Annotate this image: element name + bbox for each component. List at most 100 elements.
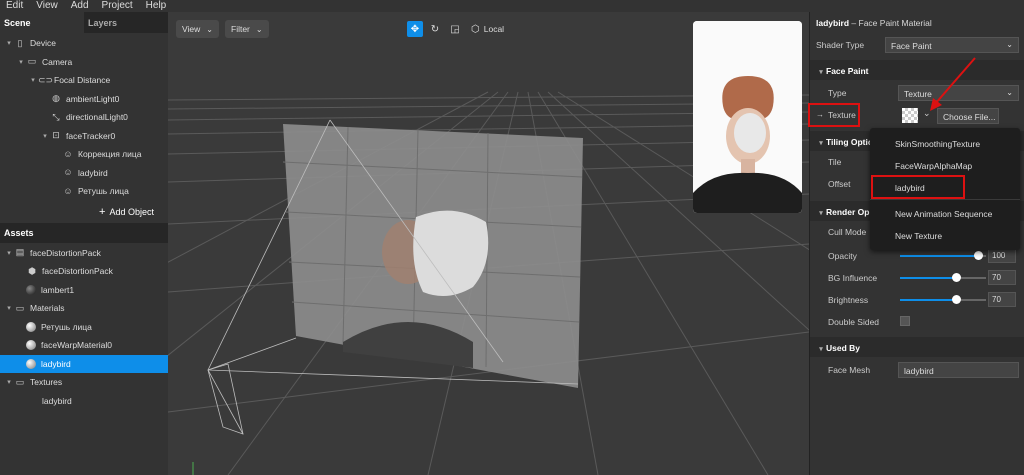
bg-influence-value[interactable]: 70 — [988, 270, 1016, 285]
menu-item-edit[interactable]: Edit — [0, 0, 30, 12]
local-space-toggle[interactable]: ⬡ Local — [471, 20, 504, 38]
menu-item-project[interactable]: Project — [96, 0, 140, 12]
cube-icon: ⬡ — [471, 23, 480, 35]
menu-item-view[interactable]: View — [30, 0, 65, 12]
filter-dropdown[interactable]: Filter ⌄ — [225, 20, 269, 38]
scene-tree-item-label: Device — [30, 38, 56, 49]
face-mesh-icon: ☺ — [63, 167, 73, 178]
triangle-down-icon[interactable]: ▾ — [4, 378, 14, 386]
opacity-value[interactable]: 100 — [988, 248, 1016, 263]
assets-tree-item[interactable]: ▾ ▭ Materials — [0, 299, 168, 318]
scene-tree-item-label: directionalLight0 — [66, 112, 128, 123]
triangle-down-icon[interactable]: ▾ — [40, 132, 50, 140]
add-object-button[interactable]: + Add Object — [0, 201, 168, 223]
menu-item-add[interactable]: Add — [65, 0, 96, 12]
material-name: ladybird — [816, 18, 850, 28]
globe-light-icon: ◍ — [52, 93, 60, 104]
scene-tree-item[interactable]: ▾ ▯ Device — [0, 34, 168, 53]
assets-header: Assets — [0, 222, 168, 243]
chevron-down-icon: ⌄ — [255, 24, 263, 34]
tab-layers[interactable]: Layers — [84, 12, 168, 33]
material-sphere-icon — [26, 340, 36, 351]
scale-icon[interactable]: ◲ — [447, 21, 463, 37]
material-sphere-icon — [26, 358, 36, 369]
menu-item-skin-smoothing[interactable]: SkinSmoothingTexture — [895, 139, 980, 149]
left-panel: Scene Layers ▾ ▯ Device ▾ ▭ Camera ▾ ⊂⊃ Focal Di… — [0, 12, 168, 475]
triangle-down-icon[interactable]: ▾ — [4, 39, 14, 47]
assets-tree-item[interactable]: Ретушь лица — [0, 318, 168, 337]
menu-item-new-animation-sequence[interactable]: New Animation Sequence — [895, 209, 992, 219]
material-sphere-icon — [26, 321, 36, 332]
type-dropdown[interactable]: Texture ⌄ — [898, 85, 1019, 101]
slider-thumb[interactable] — [952, 273, 961, 282]
scene-tree-item[interactable]: ☺ Коррекция лица — [0, 145, 168, 164]
scene-tree-item[interactable]: ◍ ambientLight0 — [0, 90, 168, 109]
cube-icon: ⬢ — [28, 265, 36, 276]
triangle-down-icon[interactable]: ▾ — [28, 76, 38, 84]
bg-influence-label: BG Influence — [828, 273, 878, 283]
filter-label: Filter — [231, 24, 250, 34]
double-sided-row: Double Sided — [810, 311, 1024, 333]
scene-tree-item[interactable]: ☺ Ретушь лица — [0, 182, 168, 201]
scene-viewport[interactable]: View ⌄ Filter ⌄ ✥ ↻ ◲ ⬡ Local — [168, 12, 809, 475]
slider-thumb[interactable] — [974, 251, 983, 260]
panel-tabs: Scene Layers — [0, 12, 168, 33]
view-dropdown[interactable]: View ⌄ — [176, 20, 219, 38]
assets-tree-item-label: lambert1 — [41, 284, 75, 295]
bg-influence-row: BG Influence 70 — [810, 267, 1024, 289]
triangle-down-icon[interactable]: ▾ — [4, 304, 14, 312]
menu-item-face-warp-alpha[interactable]: FaceWarpAlphaMap — [895, 161, 972, 171]
assets-tree-item[interactable]: ▾ ▤ faceDistortionPack — [0, 244, 168, 263]
shader-type-dropdown[interactable]: Face Paint ⌄ — [885, 37, 1019, 53]
type-row: Type Texture ⌄ — [810, 82, 1024, 104]
triangle-down-icon: ▾ — [819, 69, 823, 76]
assets-tree-item[interactable]: ladybird — [0, 354, 168, 373]
double-sided-checkbox[interactable] — [900, 316, 910, 326]
menu-bar: Edit View Add Project Help — [0, 0, 1024, 12]
brightness-slider[interactable] — [900, 295, 986, 304]
tab-scene[interactable]: Scene — [0, 12, 84, 33]
brightness-value[interactable]: 70 — [988, 292, 1016, 307]
device-icon: ▯ — [17, 37, 23, 48]
triangle-down-icon: ▾ — [819, 210, 823, 217]
scene-tree-item[interactable]: ☺ ladybird — [0, 164, 168, 183]
face-mesh-value: ladybird — [904, 366, 934, 376]
move-icon[interactable]: ✥ — [407, 21, 423, 37]
triangle-down-icon: ▾ — [819, 346, 823, 353]
section-render-label: Render Op — [826, 207, 870, 217]
opacity-label: Opacity — [828, 251, 857, 261]
assets-tree-item[interactable]: ▾ ▭ Textures — [0, 373, 168, 392]
assets-tree-item[interactable]: lambert1 — [0, 281, 168, 300]
texture-swatch[interactable] — [902, 108, 918, 123]
section-used-by[interactable]: ▾ Used By — [810, 337, 1024, 357]
scene-tree-item-label: Focal Distance — [54, 75, 111, 86]
slider-thumb[interactable] — [952, 295, 961, 304]
opacity-slider[interactable] — [900, 251, 986, 260]
material-type: – Face Paint Material — [849, 18, 932, 28]
assets-tree-item[interactable]: ladybird — [0, 392, 168, 411]
menu-item-help[interactable]: Help — [140, 0, 174, 12]
type-label: Type — [828, 88, 847, 98]
assets-tree-item[interactable]: faceWarpMaterial0 — [0, 336, 168, 355]
assets-tree-item[interactable]: ⬢ faceDistortionPack — [0, 262, 168, 281]
face-tracker-icon: ⊡ — [52, 130, 60, 141]
type-value: Texture — [904, 89, 932, 99]
scene-tree-item[interactable]: ▾ ▭ Camera — [0, 53, 168, 72]
view-label: View — [182, 24, 201, 34]
section-face-paint[interactable]: ▾ Face Paint — [810, 60, 1024, 80]
rotate-icon[interactable]: ↻ — [427, 21, 443, 37]
face-mesh-icon: ☺ — [63, 185, 73, 196]
menu-item-new-texture[interactable]: New Texture — [895, 231, 942, 241]
file-icon: ▤ — [15, 247, 25, 258]
scene-tree-item[interactable]: ▾ ⊡ faceTracker0 — [0, 127, 168, 146]
scene-tree-item[interactable]: ⤡ directionalLight0 — [0, 108, 168, 127]
face-mesh-link[interactable]: ladybird — [898, 362, 1019, 378]
choose-file-button[interactable]: Choose File... — [937, 108, 999, 124]
bg-influence-slider[interactable] — [900, 273, 986, 282]
assets-tree-item-label: ladybird — [42, 395, 72, 406]
scene-tree-item[interactable]: ▾ ⊂⊃ Focal Distance — [0, 71, 168, 90]
chevron-down-icon[interactable]: ⌄ — [923, 108, 931, 119]
triangle-down-icon[interactable]: ▾ — [16, 58, 26, 66]
triangle-down-icon[interactable]: ▾ — [4, 249, 14, 257]
transform-tools: ✥ ↻ ◲ ⬡ Local — [407, 20, 504, 38]
